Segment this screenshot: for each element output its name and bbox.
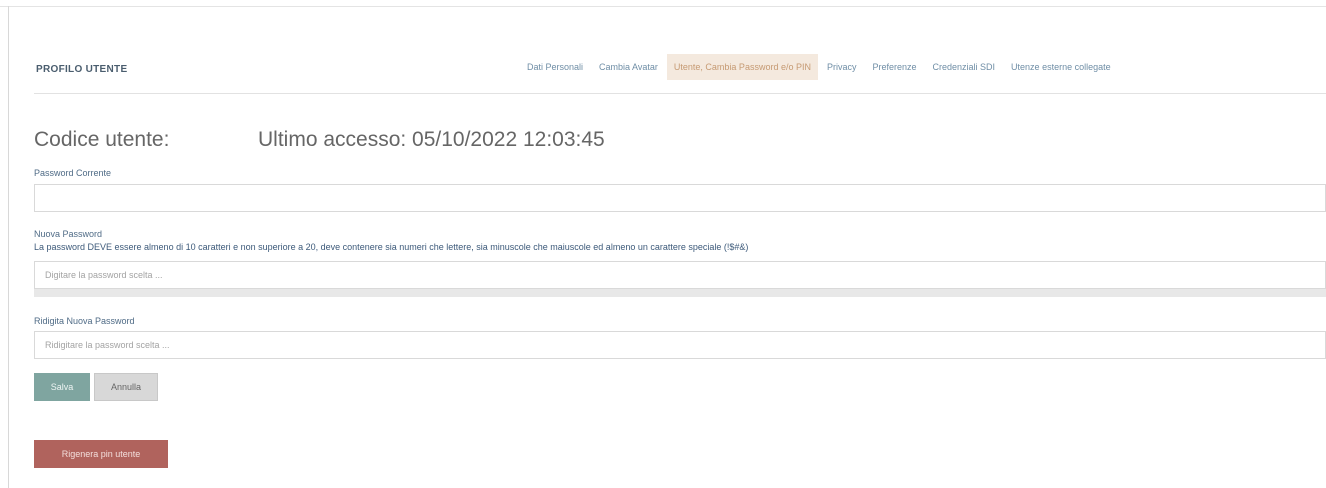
password-requirements-hint: La password DEVE essere almeno di 10 car… bbox=[34, 242, 749, 252]
tab-preferences[interactable]: Preferenze bbox=[865, 54, 923, 80]
profile-page: PROFILO UTENTE Dati Personali Cambia Ava… bbox=[0, 0, 1326, 488]
tab-change-avatar[interactable]: Cambia Avatar bbox=[592, 54, 665, 80]
left-border bbox=[8, 6, 9, 488]
header-divider bbox=[34, 93, 1326, 94]
save-button[interactable]: Salva bbox=[34, 373, 90, 401]
tab-change-password[interactable]: Utente, Cambia Password e/o PIN bbox=[666, 54, 818, 80]
regenerate-pin-button[interactable]: Rigenera pin utente bbox=[34, 440, 168, 468]
profile-tabs: Dati Personali Cambia Avatar Utente, Cam… bbox=[520, 53, 1120, 81]
repeat-password-label: Ridigita Nuova Password bbox=[34, 316, 135, 326]
tab-sdi-credentials[interactable]: Credenziali SDI bbox=[926, 54, 1003, 80]
tab-linked-accounts[interactable]: Utenze esterne collegate bbox=[1004, 54, 1118, 80]
page-title: PROFILO UTENTE bbox=[36, 64, 128, 75]
new-password-label: Nuova Password bbox=[34, 229, 103, 239]
current-password-input[interactable] bbox=[34, 184, 1326, 212]
new-password-input[interactable] bbox=[34, 261, 1326, 289]
current-password-label: Password Corrente bbox=[34, 168, 112, 178]
cancel-button[interactable]: Annulla bbox=[94, 373, 158, 401]
last-access: Ultimo accesso: 05/10/2022 12:03:45 bbox=[258, 128, 605, 151]
top-border bbox=[0, 6, 1326, 7]
user-code-label: Codice utente: bbox=[34, 128, 170, 151]
input-shadow-bar bbox=[34, 289, 1326, 297]
repeat-password-input[interactable] bbox=[34, 331, 1326, 359]
tab-personal-data[interactable]: Dati Personali bbox=[520, 54, 590, 80]
tab-privacy[interactable]: Privacy bbox=[820, 54, 864, 80]
